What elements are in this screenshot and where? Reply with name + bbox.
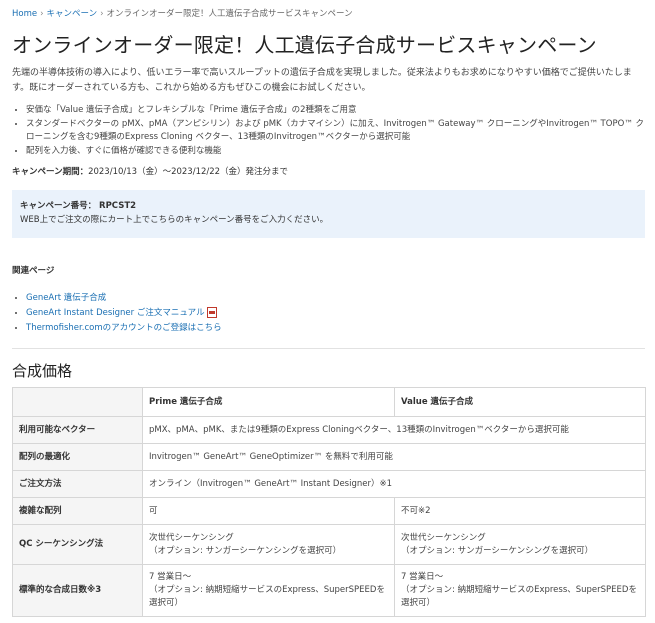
table-header-cell [12, 387, 143, 417]
table-cell: pMX、pMA、pMK、または9種類のExpress Cloningベクター、1… [142, 416, 646, 444]
section-divider [12, 348, 645, 349]
campaign-period-label: キャンペーン期間： [12, 167, 89, 177]
table-row: 標準的な合成日数※3 7 営業日～ （オプション: 納期短縮サービスのExpres… [12, 564, 646, 617]
breadcrumb-separator: › [40, 9, 44, 19]
pdf-icon [206, 307, 217, 318]
related-links-list: GeneArt 遺伝子合成 GeneArt Instant Designer ご… [12, 291, 645, 336]
breadcrumb-campaign-link[interactable]: キャンペーン [47, 9, 98, 19]
instant-designer-manual-link[interactable]: GeneArt Instant Designer ご注文マニュアル [26, 308, 205, 318]
account-registration-link[interactable]: Thermofisher.comのアカウントのご登録はこちら [26, 323, 222, 333]
table-row: QC シーケンシング法 次世代シーケンシング （オプション: サンガーシーケンシン… [12, 524, 646, 565]
row-label: 標準的な合成日数※3 [12, 564, 143, 617]
breadcrumb-separator: › [100, 9, 104, 19]
breadcrumb-home-link[interactable]: Home [12, 9, 37, 19]
feature-list: 安価な「Value 遺伝子合成」とフレキシブルな「Prime 遺伝子合成」の2種… [12, 104, 645, 158]
row-label: 複雑な配列 [12, 497, 143, 525]
table-row: 利用可能なベクター pMX、pMA、pMK、または9種類のExpress Clo… [12, 416, 646, 444]
table-header-prime: Prime 遺伝子合成 [142, 387, 395, 417]
table-cell: 7 営業日～ （オプション: 納期短縮サービスのExpress、SuperSPEE… [394, 564, 646, 617]
row-label: ご注文方法 [12, 470, 143, 498]
table-row: 配列の最適化 Invitrogen™ GeneArt™ GeneOptimize… [12, 443, 646, 471]
row-label: QC シーケンシング法 [12, 524, 143, 565]
breadcrumb-current: オンラインオーダー限定！人工遺伝子合成サービスキャンペーン [106, 9, 353, 19]
table-cell: オンライン（Invitrogen™ GeneArt™ Instant Desig… [142, 470, 646, 498]
table-cell: 次世代シーケンシング （オプション: サンガーシーケンシングを選択可） [394, 524, 646, 565]
geneart-gene-synthesis-link[interactable]: GeneArt 遺伝子合成 [26, 293, 106, 303]
row-label: 利用可能なベクター [12, 416, 143, 444]
table-cell: 不可※2 [394, 497, 646, 525]
related-pages-heading: 関連ページ [12, 266, 55, 276]
cell-note: （オプション: サンガーシーケンシングを選択可） [149, 545, 342, 556]
table-cell: Invitrogen™ GeneArt™ GeneOptimizer™ を無料で… [142, 443, 646, 471]
page-title: オンラインオーダー限定！人工遺伝子合成サービスキャンペーン [12, 33, 597, 57]
row-label: 配列の最適化 [12, 443, 143, 471]
campaign-code-box: キャンペーン番号： RPCST2 WEB上でご注文の際にカート上でこちらのキャン… [12, 190, 645, 238]
related-link-item: GeneArt 遺伝子合成 [26, 291, 645, 306]
table-row: 複雑な配列 可 不可※2 [12, 497, 646, 525]
table-cell: 可 [142, 497, 395, 525]
table-header-value: Value 遺伝子合成 [394, 387, 646, 417]
campaign-period-value: 2023/10/13（金）～2023/12/22（金）発注分まで [88, 167, 289, 177]
pricing-table: Prime 遺伝子合成 Value 遺伝子合成 利用可能なベクター pMX、pM… [12, 387, 646, 617]
page: Home › キャンペーン › オンラインオーダー限定！人工遺伝子合成サービスキャンペー… [0, 0, 655, 623]
cell-main: 7 営業日～ [149, 572, 192, 582]
cell-main: 次世代シーケンシング [401, 532, 486, 543]
cell-main: 次世代シーケンシング [149, 532, 234, 543]
table-row: ご注文方法 オンライン（Invitrogen™ GeneArt™ Instant… [12, 470, 646, 498]
section-title: 合成価格 [12, 362, 73, 380]
table-header-row: Prime 遺伝子合成 Value 遺伝子合成 [12, 387, 646, 417]
breadcrumb: Home › キャンペーン › オンラインオーダー限定！人工遺伝子合成サービスキャンペー… [12, 0, 645, 21]
related-link-item: GeneArt Instant Designer ご注文マニュアル [26, 306, 645, 321]
campaign-code-note: WEB上でご注文の際にカート上でこちらのキャンペーン番号をご入力ください。 [20, 215, 329, 225]
campaign-code: キャンペーン番号： RPCST2 [20, 201, 137, 211]
campaign-period: キャンペーン期間：2023/10/13（金）～2023/12/22（金）発注分ま… [12, 165, 645, 177]
feature-item: 安価な「Value 遺伝子合成」とフレキシブルな「Prime 遺伝子合成」の2種… [26, 104, 645, 117]
intro-text: 先端の半導体技術の導入により、低いエラー率で高いスループットの遺伝子合成を実現し… [12, 68, 632, 93]
cell-note: （オプション: サンガーシーケンシングを選択可） [401, 545, 594, 556]
feature-item: スタンダードベクターの pMX、pMA（アンピシリン）および pMK（カナマイシ… [26, 118, 645, 144]
feature-item: 配列を入力後、すぐに価格が確認できる便利な機能 [26, 145, 645, 158]
cell-note: （オプション: 納期短縮サービスのExpress、SuperSPEEDを選択可） [149, 585, 385, 608]
related-link-item: Thermofisher.comのアカウントのご登録はこちら [26, 321, 645, 336]
table-cell: 7 営業日～ （オプション: 納期短縮サービスのExpress、SuperSPEE… [142, 564, 395, 617]
cell-note: （オプション: 納期短縮サービスのExpress、SuperSPEEDを選択可） [401, 585, 637, 608]
table-cell: 次世代シーケンシング （オプション: サンガーシーケンシングを選択可） [142, 524, 395, 565]
cell-main: 7 営業日～ [401, 572, 444, 582]
